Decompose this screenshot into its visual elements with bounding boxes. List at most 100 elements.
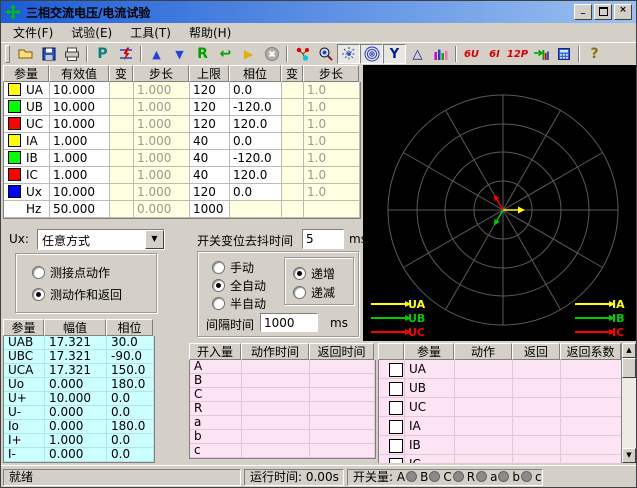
y-connection-button[interactable]: Y bbox=[383, 44, 406, 64]
limit-cell[interactable]: 1000 bbox=[190, 201, 230, 218]
var-cell[interactable] bbox=[110, 184, 134, 201]
menu-help[interactable]: 帮助(H) bbox=[180, 23, 240, 42]
limit-cell[interactable]: 120 bbox=[190, 99, 230, 116]
var-cell[interactable] bbox=[110, 167, 134, 184]
row-checkbox[interactable] bbox=[389, 363, 403, 377]
parameter-p-button[interactable]: P bbox=[91, 44, 114, 64]
limit-cell[interactable]: 40 bbox=[190, 167, 230, 184]
menu-tools[interactable]: 工具(T) bbox=[121, 23, 180, 42]
pstep-cell[interactable]: 1.0 bbox=[304, 150, 360, 167]
step-cell[interactable]: 1.000 bbox=[134, 82, 190, 99]
minimize-button[interactable]: _ bbox=[574, 4, 592, 20]
radio-full-auto[interactable]: 全自动 bbox=[212, 277, 266, 294]
var-cell[interactable] bbox=[110, 99, 134, 116]
radio-semi-auto[interactable]: 半自动 bbox=[212, 295, 266, 312]
zoom-button[interactable] bbox=[314, 44, 337, 64]
step-cell[interactable]: 1.000 bbox=[134, 133, 190, 150]
radio-increase[interactable]: 递增 bbox=[293, 265, 335, 282]
output-12p-button[interactable]: 12P bbox=[506, 44, 529, 64]
pstep-cell[interactable]: 1.0 bbox=[304, 99, 360, 116]
phase-cell[interactable]: -120.0 bbox=[230, 99, 282, 116]
var-cell[interactable] bbox=[110, 201, 134, 218]
stop-button[interactable] bbox=[260, 44, 283, 64]
row-checkbox[interactable] bbox=[389, 420, 403, 434]
chevron-down-icon[interactable]: ▼ bbox=[145, 230, 164, 249]
value-cell[interactable]: 1.000 bbox=[50, 150, 110, 167]
radio-manual[interactable]: 手动 bbox=[212, 259, 254, 276]
radio-contact-action[interactable]: 测接点动作 bbox=[32, 264, 110, 281]
pstep-cell[interactable]: 1.0 bbox=[304, 184, 360, 201]
phase-cell[interactable]: 0.0 bbox=[230, 82, 282, 99]
var-cell[interactable] bbox=[282, 116, 304, 133]
value-cell[interactable]: 10.000 bbox=[50, 82, 110, 99]
var-cell[interactable] bbox=[282, 201, 304, 218]
var-cell[interactable] bbox=[282, 167, 304, 184]
output-hold-button[interactable] bbox=[529, 44, 552, 64]
radio-action-and-return[interactable]: 测动作和返回 bbox=[32, 286, 122, 303]
pstep-cell[interactable]: 1.0 bbox=[304, 133, 360, 150]
var-cell[interactable] bbox=[282, 150, 304, 167]
open-button[interactable] bbox=[14, 44, 37, 64]
value-cell[interactable]: 10.000 bbox=[50, 99, 110, 116]
delta-connection-button[interactable]: △ bbox=[406, 44, 429, 64]
vector-diagram-button[interactable] bbox=[291, 44, 314, 64]
interval-input[interactable] bbox=[260, 313, 318, 332]
var-cell[interactable] bbox=[282, 184, 304, 201]
var-cell[interactable] bbox=[110, 82, 134, 99]
calculator-button[interactable] bbox=[552, 44, 575, 64]
print-button[interactable] bbox=[60, 44, 83, 64]
value-cell[interactable]: 50.000 bbox=[50, 201, 110, 218]
step-cell[interactable]: 1.000 bbox=[134, 184, 190, 201]
step-cell[interactable]: 1.000 bbox=[134, 167, 190, 184]
start-button[interactable]: ▶ bbox=[237, 44, 260, 64]
row-checkbox[interactable] bbox=[389, 439, 403, 453]
step-cell[interactable]: 1.000 bbox=[134, 99, 190, 116]
phase-cell[interactable]: 120.0 bbox=[230, 116, 282, 133]
output-6u-button[interactable]: 6U bbox=[460, 44, 483, 64]
concentric-rings-button[interactable] bbox=[360, 44, 383, 64]
pstep-cell[interactable]: 1.0 bbox=[304, 167, 360, 184]
reset-button[interactable]: R bbox=[191, 44, 214, 64]
value-cell[interactable]: 1.000 bbox=[50, 133, 110, 150]
var-cell[interactable] bbox=[282, 133, 304, 150]
limit-cell[interactable]: 120 bbox=[190, 184, 230, 201]
radio-decrease[interactable]: 递减 bbox=[293, 284, 335, 301]
row-checkbox[interactable] bbox=[389, 401, 403, 415]
phase-cell[interactable]: 0.0 bbox=[230, 184, 282, 201]
save-button[interactable] bbox=[37, 44, 60, 64]
close-button[interactable]: × bbox=[614, 4, 632, 20]
limit-cell[interactable]: 120 bbox=[190, 82, 230, 99]
help-button[interactable]: ? bbox=[583, 44, 606, 64]
menu-test[interactable]: 试验(E) bbox=[62, 23, 121, 42]
pstep-cell[interactable]: 1.0 bbox=[304, 116, 360, 133]
menu-file[interactable]: 文件(F) bbox=[4, 23, 62, 42]
phase-cell[interactable] bbox=[230, 201, 282, 218]
var-cell[interactable] bbox=[110, 116, 134, 133]
cursor-rays-button[interactable] bbox=[337, 44, 360, 64]
var-cell[interactable] bbox=[110, 133, 134, 150]
step-cell[interactable]: 0.000 bbox=[134, 201, 190, 218]
scroll-up-icon[interactable]: ▲ bbox=[622, 343, 636, 358]
value-cell[interactable]: 10.000 bbox=[50, 184, 110, 201]
row-checkbox[interactable] bbox=[389, 382, 403, 396]
scrollbar-thumb[interactable] bbox=[622, 358, 636, 378]
phase-cell[interactable]: 120.0 bbox=[230, 167, 282, 184]
step-up-button[interactable]: ▲ bbox=[145, 44, 168, 64]
output-6i-button[interactable]: 6I bbox=[483, 44, 506, 64]
phase-cell[interactable]: 0.0 bbox=[230, 133, 282, 150]
value-cell[interactable]: 10.000 bbox=[50, 116, 110, 133]
maximize-button[interactable] bbox=[594, 4, 612, 20]
limit-cell[interactable]: 40 bbox=[190, 150, 230, 167]
undo-button[interactable]: ↩ bbox=[214, 44, 237, 64]
var-cell[interactable] bbox=[110, 150, 134, 167]
ux-mode-combobox[interactable]: 任意方式 ▼ bbox=[37, 229, 165, 250]
pstep-cell[interactable]: 1.0 bbox=[304, 82, 360, 99]
vertical-scrollbar[interactable]: ▲ ▼ bbox=[621, 343, 636, 463]
step-cell[interactable]: 1.000 bbox=[134, 116, 190, 133]
step-down-button[interactable]: ▼ bbox=[168, 44, 191, 64]
harmonic-bars-button[interactable] bbox=[429, 44, 452, 64]
limit-cell[interactable]: 40 bbox=[190, 133, 230, 150]
scroll-down-icon[interactable]: ▼ bbox=[622, 448, 636, 463]
step-cell[interactable]: 1.000 bbox=[134, 150, 190, 167]
value-cell[interactable]: 1.000 bbox=[50, 167, 110, 184]
